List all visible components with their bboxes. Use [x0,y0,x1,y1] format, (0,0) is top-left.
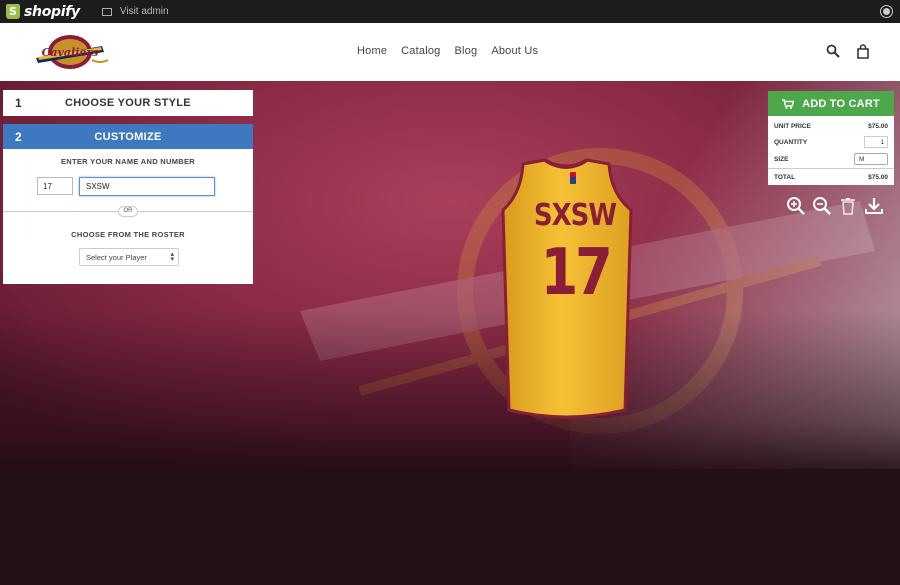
nav-about-us[interactable]: About Us [491,45,538,57]
jersey-number-text: 17 [540,236,613,310]
total-label: TOTAL [774,174,796,181]
name-input[interactable]: SXSW [79,177,215,196]
visit-admin-link[interactable]: Visit admin [101,6,169,17]
nav-catalog[interactable]: Catalog [401,45,440,57]
main-nav: Home Catalog Blog About Us [357,45,552,57]
add-to-cart-label: ADD TO CART [802,97,880,110]
divider [768,168,894,169]
add-to-cart-button[interactable]: ADD TO CART [768,91,894,116]
jersey-name-text: SXSW [533,198,617,234]
unit-price-value: $75.00 [868,123,888,130]
nav-home[interactable]: Home [357,45,387,57]
step-customize: 2 CUSTOMIZE ENTER YOUR NAME AND NUMBER 1… [3,124,253,284]
customize-header[interactable]: 2 CUSTOMIZE [3,124,253,149]
search-icon[interactable] [826,44,840,58]
zoom-in-icon[interactable] [786,196,806,216]
floor-shadow [0,309,900,469]
zoom-out-icon[interactable] [812,196,832,216]
price-table: UNIT PRICE $75.00 QUANTITY 1 SIZE M TOTA… [768,116,894,185]
window-icon [101,7,112,16]
download-icon[interactable] [864,196,884,216]
size-label: SIZE [774,156,789,163]
store-header: Cavaliers Home Catalog Blog About Us [0,23,900,81]
shopify-wordmark: shopify [24,3,80,20]
nav-blog[interactable]: Blog [454,45,477,57]
settings-icon[interactable] [881,6,892,17]
unit-price-label: UNIT PRICE [774,123,811,130]
shopify-logo[interactable]: shopify [6,4,80,20]
shopify-bag-icon [6,4,20,19]
cart-icon[interactable] [856,44,870,59]
admin-bar: shopify Visit admin [0,0,900,23]
total-value: $75.00 [868,174,888,181]
step-number: 1 [15,96,22,110]
cavaliers-logo[interactable]: Cavaliers [32,32,114,72]
page: shopify Visit admin Cavaliers Home Catal… [0,0,900,585]
total-row: TOTAL $75.00 [774,174,888,181]
quantity-label: QUANTITY [774,139,808,146]
step-number: 2 [15,129,22,144]
quantity-row: QUANTITY 1 [774,136,888,148]
select-arrows-icon: ▴ ▾ [170,251,174,263]
step-choose-style[interactable]: 1 CHOOSE YOUR STYLE [3,90,253,116]
roster-label: CHOOSE FROM THE ROSTER [71,230,185,239]
roster-select[interactable]: Select your Player ▴ ▾ [79,248,179,266]
roster-select-value: Select your Player [86,253,147,262]
or-separator: OR [118,206,138,217]
number-input[interactable]: 17 [37,177,73,195]
size-row: SIZE M [774,153,888,165]
step-title: CUSTOMIZE [94,130,162,143]
trash-icon[interactable] [838,196,858,216]
unit-price-row: UNIT PRICE $75.00 [774,123,888,130]
step-title: CHOOSE YOUR STYLE [65,97,191,109]
shopping-cart-icon [782,98,795,109]
visit-admin-label: Visit admin [119,6,169,17]
footer-area [0,469,900,585]
quantity-stepper[interactable]: 1 [864,136,888,148]
view-tools [786,196,884,216]
size-select[interactable]: M [854,153,888,165]
svg-text:Cavaliers: Cavaliers [42,46,99,59]
name-number-label: ENTER YOUR NAME AND NUMBER [60,157,196,166]
